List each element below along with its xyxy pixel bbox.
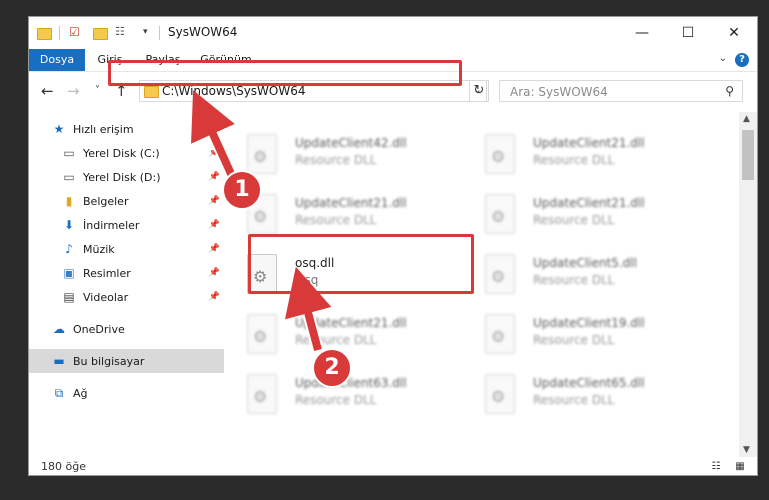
callout-1: 1 [222, 170, 262, 210]
arrow-1 [191, 90, 236, 178]
annotation-arrows [191, 90, 332, 356]
callout-2: 2 [312, 348, 352, 388]
